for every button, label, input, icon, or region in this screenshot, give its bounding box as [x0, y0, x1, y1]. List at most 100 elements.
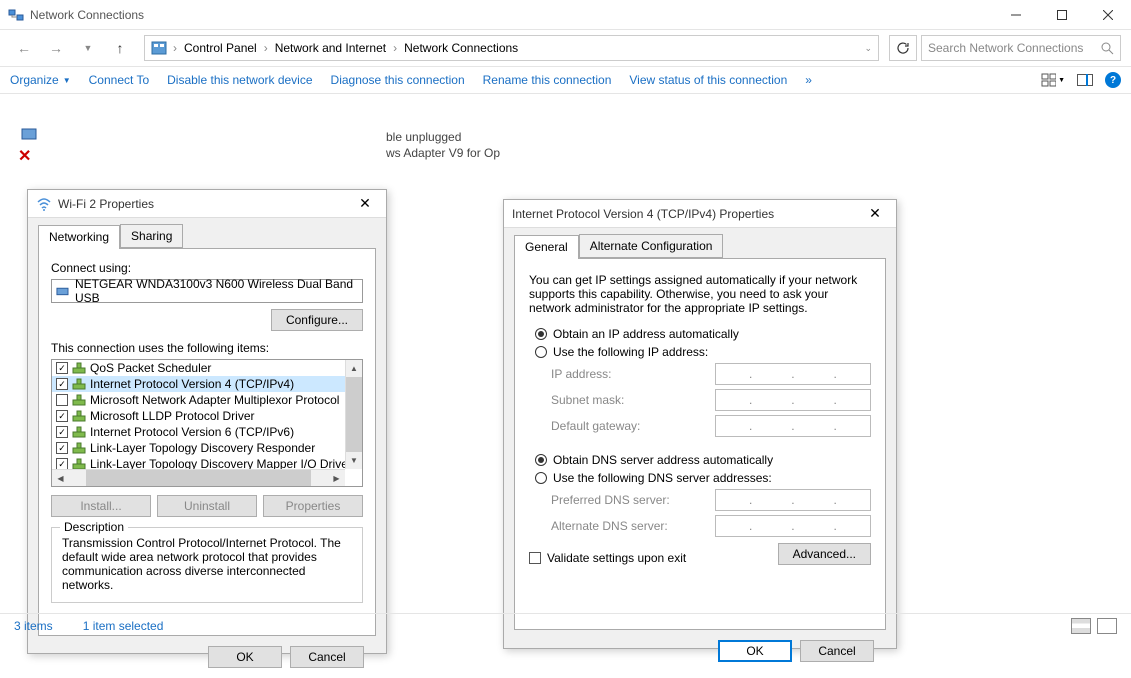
tab-networking[interactable]: Networking: [38, 225, 120, 249]
scroll-thumb[interactable]: [346, 377, 362, 452]
checkbox-icon[interactable]: ✓: [56, 426, 68, 438]
use-dns-radio[interactable]: Use the following DNS server addresses:: [535, 471, 871, 485]
pref-dns-label: Preferred DNS server:: [551, 493, 707, 507]
breadcrumb[interactable]: › Control Panel › Network and Internet ›…: [144, 35, 879, 61]
list-item[interactable]: ✓Internet Protocol Version 6 (TCP/IPv6): [52, 424, 362, 440]
protocol-icon: [72, 442, 86, 454]
minimize-button[interactable]: [993, 0, 1039, 30]
checkbox-icon[interactable]: ✓: [56, 410, 68, 422]
adapter-icon: [20, 124, 38, 142]
description-text: Transmission Control Protocol/Internet P…: [62, 536, 352, 592]
checkbox-icon[interactable]: ✓: [56, 362, 68, 374]
install-button[interactable]: Install...: [51, 495, 151, 517]
obtain-dns-radio[interactable]: Obtain DNS server address automatically: [535, 453, 871, 467]
disable-device-button[interactable]: Disable this network device: [167, 73, 312, 87]
protocol-icon: [72, 394, 86, 406]
scroll-thumb[interactable]: [86, 470, 311, 486]
radio-icon: [535, 454, 547, 466]
protocol-icon: [72, 378, 86, 390]
radio-icon: [535, 346, 547, 358]
content-area: ✕ ble unplugged ws Adapter V9 for Op Wi-…: [0, 94, 1131, 614]
back-button[interactable]: ←: [10, 34, 38, 62]
tab-alternate[interactable]: Alternate Configuration: [579, 234, 724, 258]
item-label: QoS Packet Scheduler: [90, 361, 211, 375]
properties-button[interactable]: Properties: [263, 495, 363, 517]
view-status-button[interactable]: View status of this connection: [629, 73, 787, 87]
large-icons-view-button[interactable]: [1097, 618, 1117, 634]
scrollbar-vertical[interactable]: ▲ ▼: [345, 360, 362, 469]
obtain-ip-radio[interactable]: Obtain an IP address automatically: [535, 327, 871, 341]
forward-button[interactable]: →: [42, 34, 70, 62]
search-placeholder: Search Network Connections: [928, 41, 1101, 55]
refresh-button[interactable]: [889, 35, 917, 61]
dialog-title: Wi-Fi 2 Properties: [58, 197, 352, 211]
gateway-label: Default gateway:: [551, 419, 707, 433]
radio-icon: [535, 472, 547, 484]
list-item[interactable]: ✓ QoS Packet Scheduler: [52, 360, 362, 376]
view-options-button[interactable]: ▼: [1041, 69, 1065, 91]
list-item[interactable]: Microsoft Network Adapter Multiplexor Pr…: [52, 392, 362, 408]
configure-button[interactable]: Configure...: [271, 309, 363, 331]
radio-icon: [535, 328, 547, 340]
chevron-right-icon[interactable]: ›: [391, 41, 399, 55]
recent-dropdown[interactable]: ▼: [74, 34, 102, 62]
chevron-right-icon[interactable]: ›: [262, 41, 270, 55]
connect-using-label: Connect using:: [51, 261, 363, 275]
ipv4-properties-dialog: Internet Protocol Version 4 (TCP/IPv4) P…: [503, 199, 897, 649]
checkbox-icon[interactable]: [56, 394, 68, 406]
adapter-icon: [56, 284, 69, 298]
command-bar: Organize ▼ Connect To Disable this netwo…: [0, 66, 1131, 94]
connect-to-button[interactable]: Connect To: [89, 73, 150, 87]
use-ip-radio[interactable]: Use the following IP address:: [535, 345, 871, 359]
list-item[interactable]: ✓Microsoft LLDP Protocol Driver: [52, 408, 362, 424]
advanced-button[interactable]: Advanced...: [778, 543, 871, 565]
items-label: This connection uses the following items…: [51, 341, 363, 355]
maximize-button[interactable]: [1039, 0, 1085, 30]
checkbox-icon[interactable]: ✓: [56, 442, 68, 454]
tab-general[interactable]: General: [514, 235, 579, 259]
ok-button[interactable]: OK: [718, 640, 792, 662]
cancel-button[interactable]: Cancel: [800, 640, 874, 662]
close-button[interactable]: ✕: [862, 203, 888, 225]
diagnose-button[interactable]: Diagnose this connection: [331, 73, 465, 87]
help-button[interactable]: ?: [1105, 72, 1121, 88]
protocol-list[interactable]: ✓QoS Packet Scheduler✓Internet Protocol …: [51, 359, 363, 487]
details-view-button[interactable]: [1071, 618, 1091, 634]
breadcrumb-control-panel[interactable]: Control Panel: [181, 41, 260, 55]
uninstall-button[interactable]: Uninstall: [157, 495, 257, 517]
navbar: ← → ▼ ↑ › Control Panel › Network and In…: [0, 30, 1131, 66]
chevron-right-icon[interactable]: ›: [171, 41, 179, 55]
preview-pane-button[interactable]: [1073, 69, 1097, 91]
ip-address-input: ...: [715, 363, 871, 385]
ok-button[interactable]: OK: [208, 646, 282, 668]
statusbar: 3 items 1 item selected: [0, 613, 1131, 637]
scroll-down-button[interactable]: ▼: [346, 452, 362, 469]
close-button[interactable]: ✕: [352, 193, 378, 215]
item-count: 3 items: [14, 619, 53, 633]
item-label: Link-Layer Topology Discovery Responder: [90, 441, 315, 455]
scroll-left-button[interactable]: ◀: [52, 470, 69, 487]
breadcrumb-network-internet[interactable]: Network and Internet: [272, 41, 389, 55]
up-button[interactable]: ↑: [106, 34, 134, 62]
scroll-up-button[interactable]: ▲: [346, 360, 362, 377]
more-commands[interactable]: »: [805, 73, 812, 87]
rename-button[interactable]: Rename this connection: [483, 73, 612, 87]
cancel-button[interactable]: Cancel: [290, 646, 364, 668]
wifi-properties-dialog: Wi-Fi 2 Properties ✕ Networking Sharing …: [27, 189, 387, 654]
tab-sharing[interactable]: Sharing: [120, 224, 183, 248]
close-button[interactable]: [1085, 0, 1131, 30]
titlebar: Network Connections: [0, 0, 1131, 30]
search-input[interactable]: Search Network Connections: [921, 35, 1121, 61]
alt-dns-label: Alternate DNS server:: [551, 519, 707, 533]
description-group: Description Transmission Control Protoco…: [51, 527, 363, 603]
dialog-title: Internet Protocol Version 4 (TCP/IPv4) P…: [512, 207, 862, 221]
checkbox-icon: [529, 552, 541, 564]
checkbox-icon[interactable]: ✓: [56, 378, 68, 390]
chevron-down-icon[interactable]: ⌄: [862, 43, 874, 54]
scrollbar-horizontal[interactable]: ◀ ▶: [52, 469, 345, 486]
list-item[interactable]: ✓Internet Protocol Version 4 (TCP/IPv4): [52, 376, 362, 392]
scroll-right-button[interactable]: ▶: [328, 470, 345, 487]
list-item[interactable]: ✓ Link-Layer Topology Discovery Responder: [52, 440, 362, 456]
organize-menu[interactable]: Organize ▼: [10, 73, 71, 87]
breadcrumb-network-connections[interactable]: Network Connections: [401, 41, 521, 55]
